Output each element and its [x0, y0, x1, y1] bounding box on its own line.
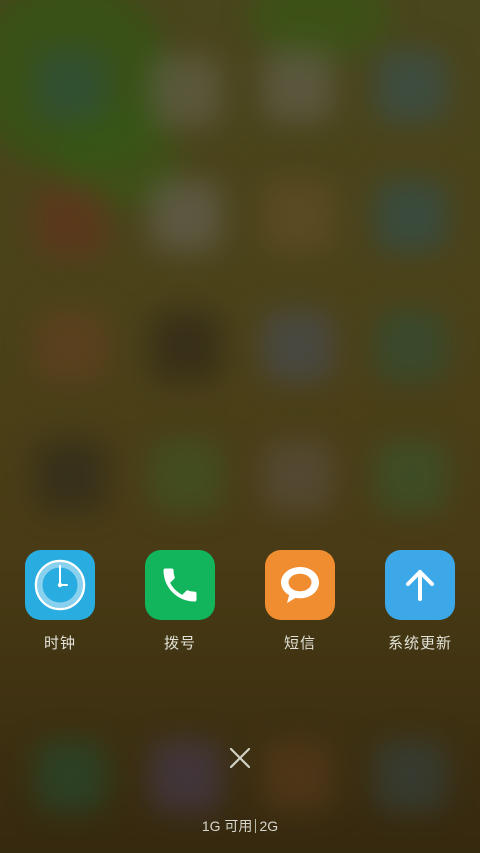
recent-app-label: 时钟	[43, 634, 76, 652]
recent-app-system-update[interactable]: 系统更新	[360, 550, 480, 653]
recent-app-clock[interactable]: 时钟	[0, 550, 120, 653]
phone-icon	[145, 550, 215, 620]
recent-app-messages[interactable]: 短信	[240, 550, 360, 653]
message-icon	[265, 550, 335, 620]
recent-apps-row: 时钟 拨号 短信 系统更新	[0, 550, 480, 660]
close-icon	[229, 747, 251, 769]
memory-divider	[255, 819, 257, 833]
recent-app-dialer[interactable]: 拨号	[120, 550, 240, 653]
memory-status: 1G 可用 2G	[0, 816, 480, 836]
clear-all-button[interactable]	[224, 742, 256, 774]
arrow-up-icon	[385, 550, 455, 620]
clock-icon	[25, 550, 95, 620]
memory-total: 2G	[259, 818, 279, 834]
recent-app-label: 拨号	[163, 634, 196, 652]
recent-app-label: 系统更新	[387, 634, 452, 652]
memory-available: 1G 可用	[201, 818, 253, 834]
recents-screen: 时钟 拨号 短信 系统更新 1G 可用 2G	[0, 0, 480, 853]
recent-app-label: 短信	[283, 634, 316, 652]
dim-overlay	[0, 0, 480, 853]
